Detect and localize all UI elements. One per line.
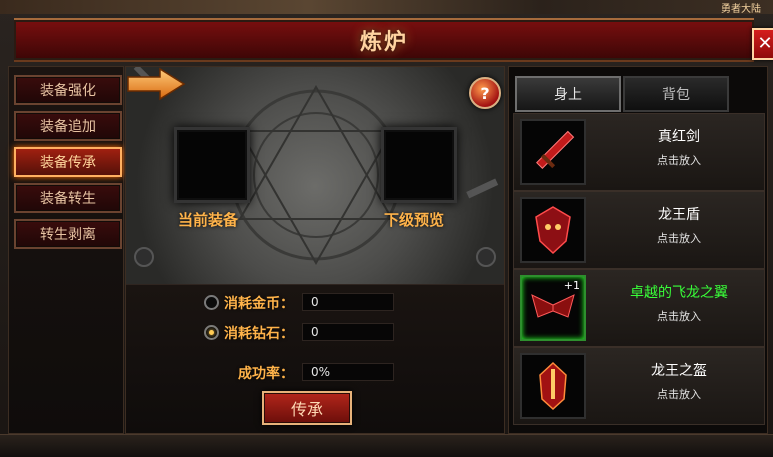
preview-equipment-slot[interactable] — [381, 127, 457, 203]
diamond-radio[interactable] — [204, 325, 219, 340]
item-hint: 点击放入 — [657, 310, 701, 323]
title-bar: 炼炉 — [14, 18, 754, 62]
nav-append-button[interactable]: 装备追加 — [14, 111, 122, 141]
item-hint: 点击放入 — [657, 232, 701, 245]
item-list: 真红剑 点击放入 龙王盾 点击放入 +1 卓越的飞龙之翼 点击放入 龙王之盔 点… — [509, 113, 767, 433]
gold-radio[interactable] — [204, 295, 219, 310]
top-strip: 勇者大陆 — [0, 0, 773, 15]
close-button[interactable]: ✕ — [752, 28, 773, 60]
sword-icon — [520, 119, 586, 185]
altar-area: 当前装备 下级预览 ? — [126, 67, 504, 286]
nav-strip-button[interactable]: 转生剥离 — [14, 219, 122, 249]
tab-equipped[interactable]: 身上 — [515, 76, 621, 112]
list-item[interactable]: +1 卓越的飞龙之翼 点击放入 — [513, 269, 765, 347]
item-name: 真红剑 — [658, 129, 700, 145]
gold-cost-value: 0 — [302, 293, 394, 311]
cost-panel: 消耗金币： 0 消耗钻石： 0 成功率： 0% 传承 — [126, 285, 504, 433]
item-hint: 点击放入 — [657, 154, 701, 167]
dragon-helm-icon — [520, 353, 586, 419]
question-icon: ? — [480, 83, 490, 103]
tab-bag[interactable]: 背包 — [623, 76, 729, 112]
item-name: 龙王盾 — [658, 207, 700, 223]
item-hint: 点击放入 — [657, 388, 701, 401]
preview-equipment-label: 下级预览 — [384, 211, 445, 229]
nav-rebirth-button[interactable]: 装备转生 — [14, 183, 122, 213]
inventory-panel: 身上 背包 真红剑 点击放入 龙王盾 点击放入 +1 卓越的飞龙之翼 点击放入 … — [508, 66, 768, 434]
success-rate-value: 0% — [302, 363, 394, 381]
list-item[interactable]: 真红剑 点击放入 — [513, 113, 765, 191]
nav-inherit-button[interactable]: 装备传承 — [14, 147, 122, 177]
item-badge: +1 — [563, 279, 580, 292]
forge-panel: 当前装备 下级预览 ? 消耗金币： 0 消耗钻石： 0 成功率： 0% 传承 — [125, 66, 505, 434]
success-rate-label: 成功率： — [238, 366, 294, 382]
close-icon: ✕ — [757, 32, 773, 54]
diamond-cost-label: 消耗钻石： — [224, 326, 294, 342]
item-name: 龙王之盔 — [651, 363, 707, 379]
nav-enhance-button[interactable]: 装备强化 — [14, 75, 122, 105]
top-note: 勇者大陆 — [721, 4, 761, 15]
current-equipment-slot[interactable] — [174, 127, 250, 203]
window-title: 炼炉 — [359, 30, 408, 55]
gold-cost-label: 消耗金币： — [224, 296, 294, 312]
diamond-cost-value: 0 — [302, 323, 394, 341]
item-name: 卓越的飞龙之翼 — [630, 285, 728, 301]
side-nav: 装备强化 装备追加 装备传承 装备转生 转生剥离 — [8, 66, 124, 434]
dragon-shield-icon — [520, 197, 586, 263]
bottom-frame — [0, 434, 773, 457]
current-equipment-label: 当前装备 — [178, 211, 239, 229]
help-button[interactable]: ? — [469, 77, 501, 109]
list-item[interactable]: 龙王盾 点击放入 — [513, 191, 765, 269]
inherit-button[interactable]: 传承 — [262, 391, 352, 425]
arrow-right-icon — [127, 67, 186, 101]
dragon-wings-icon: +1 — [520, 275, 586, 341]
list-item[interactable]: 龙王之盔 点击放入 — [513, 347, 765, 425]
